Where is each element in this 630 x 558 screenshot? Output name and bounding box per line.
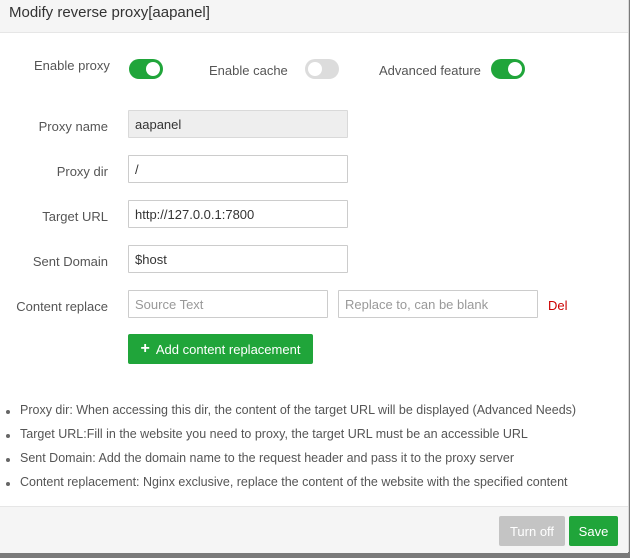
- enable-cache-toggle[interactable]: [305, 59, 339, 79]
- dialog-titlebar: Modify reverse proxy[aapanel]: [0, 0, 628, 33]
- tip-item: Content replacement: Nginx exclusive, re…: [20, 475, 568, 489]
- target-url-label: Target URL: [42, 209, 108, 224]
- advanced-feature-toggle[interactable]: [491, 59, 525, 79]
- proxy-name-input: aapanel: [128, 110, 348, 138]
- tip-item: Target URL:Fill in the website you need …: [20, 427, 528, 441]
- delete-replacement-link[interactable]: Del: [548, 298, 568, 313]
- dialog-footer: Turn off Save: [0, 506, 628, 553]
- source-text-input[interactable]: Source Text: [128, 290, 328, 318]
- add-content-replacement-label: Add content replacement: [155, 341, 301, 357]
- reverse-proxy-dialog: Modify reverse proxy[aapanel] Enable pro…: [0, 0, 629, 553]
- proxy-name-label: Proxy name: [38, 119, 108, 134]
- replace-to-input[interactable]: Replace to, can be blank: [338, 290, 538, 318]
- dialog-title: Modify reverse proxy[aapanel]: [9, 4, 210, 21]
- bullet-icon: [6, 434, 10, 438]
- proxy-dir-input[interactable]: /: [128, 155, 348, 183]
- advanced-feature-label: Advanced feature: [379, 63, 481, 78]
- plus-icon: +: [140, 340, 150, 357]
- toggle-knob: [308, 62, 322, 76]
- turn-off-button[interactable]: Turn off: [499, 516, 565, 546]
- sent-domain-input[interactable]: $host: [128, 245, 348, 273]
- toggle-knob: [508, 62, 522, 76]
- proxy-dir-label: Proxy dir: [56, 164, 108, 179]
- enable-proxy-toggle[interactable]: [129, 59, 163, 79]
- bullet-icon: [6, 410, 10, 414]
- enable-proxy-label: Enable proxy: [34, 58, 110, 73]
- sent-domain-label: Sent Domain: [32, 254, 108, 269]
- save-button[interactable]: Save: [569, 516, 618, 546]
- add-content-replacement-button[interactable]: + Add content replacement: [128, 334, 313, 364]
- toggle-knob: [146, 62, 160, 76]
- tip-item: Sent Domain: Add the domain name to the …: [20, 451, 515, 465]
- tip-item: Proxy dir: When accessing this dir, the …: [20, 403, 577, 417]
- target-url-input[interactable]: http://127.0.0.1:7800: [128, 200, 348, 228]
- bullet-icon: [6, 482, 10, 486]
- bullet-icon: [6, 458, 10, 462]
- content-replace-label: Content replace: [16, 299, 108, 314]
- enable-cache-label: Enable cache: [209, 63, 288, 78]
